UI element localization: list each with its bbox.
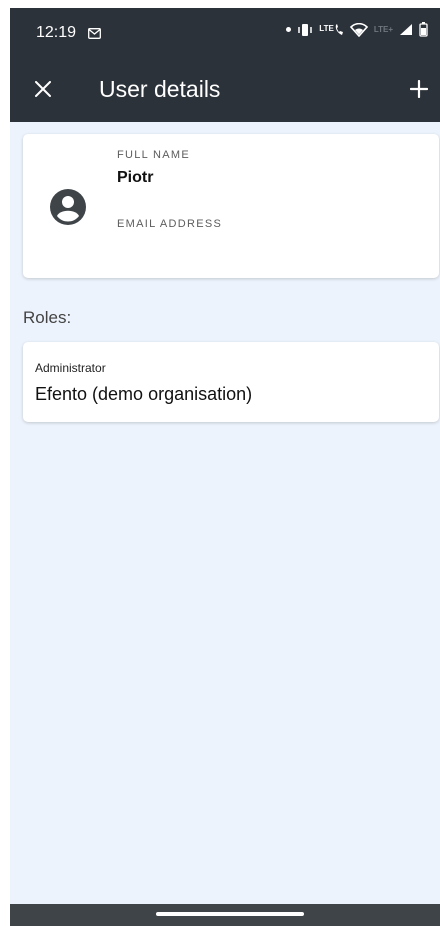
status-icons: LTE LTE+ <box>286 22 428 37</box>
battery-icon <box>419 22 428 37</box>
gmail-icon <box>88 26 101 44</box>
email-address-label: EMAIL ADDRESS <box>117 218 223 230</box>
role-name: Administrator <box>35 361 106 375</box>
add-button[interactable] <box>406 76 432 102</box>
dot-icon <box>286 27 292 32</box>
close-button[interactable] <box>30 76 56 102</box>
full-name-value: Piotr <box>117 169 154 186</box>
vibrate-icon <box>297 23 313 37</box>
signal-icon <box>399 23 413 36</box>
user-info-card: FULL NAME Piotr EMAIL ADDRESS <box>23 134 439 278</box>
home-indicator[interactable] <box>156 912 304 916</box>
app-bar: User details <box>10 56 440 122</box>
plus-icon <box>410 80 428 98</box>
role-list-item[interactable]: Administrator Efento (demo organisation) <box>23 342 439 422</box>
wifi-calling-icon: LTE <box>319 23 344 36</box>
app-screen: 12:19 LTE LTE+ User details FULL NAME Pi… <box>10 8 440 926</box>
roles-heading: Roles: <box>23 308 72 327</box>
navigation-bar <box>10 904 440 926</box>
role-organisation: Efento (demo organisation) <box>35 384 253 404</box>
wifi-icon <box>349 22 368 37</box>
lte-label: LTE <box>319 23 334 33</box>
status-bar: 12:19 LTE LTE+ <box>10 8 440 56</box>
status-time: 12:19 <box>36 24 77 41</box>
full-name-label: FULL NAME <box>117 149 191 161</box>
lte-plus-label: LTE+ <box>373 25 393 34</box>
account-circle-icon <box>50 189 86 225</box>
page-title: User details <box>99 76 221 102</box>
close-icon <box>35 81 51 97</box>
